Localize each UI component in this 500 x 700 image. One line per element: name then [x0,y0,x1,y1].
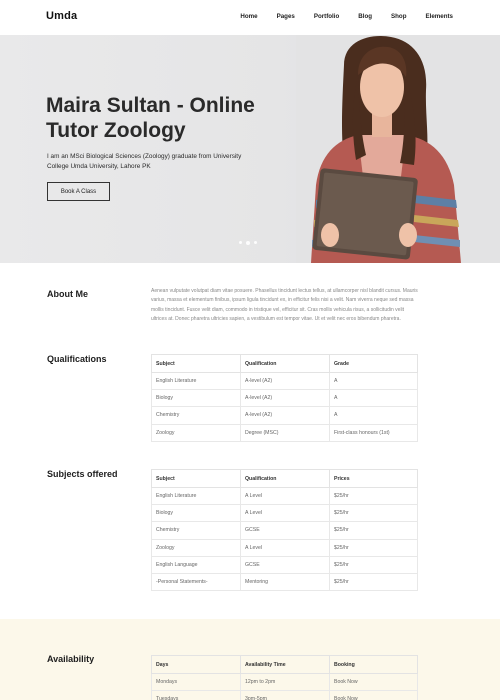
nav-shop[interactable]: Shop [391,13,406,20]
column-header: Qualification [240,469,330,488]
table-cell: -Personal Statements- [151,572,241,592]
availability-table: Days Availability Time Booking Mondays 1… [151,655,418,700]
about-title: About Me [47,289,88,299]
table-cell: Biology [151,504,241,523]
table-cell: A [329,389,418,408]
table-cell: A Level [240,504,330,523]
table-cell: A-level (A2) [240,406,330,425]
table-cell: Zoology [151,423,241,442]
table-cell: Mondays [151,672,241,692]
column-header: Days [151,655,241,674]
table-header-row: Days Availability Time Booking [151,655,418,674]
nav-pages[interactable]: Pages [277,13,295,20]
table-cell: A [329,406,418,425]
column-header: Grade [329,354,418,373]
subjects-offered-table: Subject Qualification Prices English Lit… [151,469,418,592]
table-cell: English Literature [151,371,241,391]
table-cell: $25/hr [329,521,418,540]
table-header-row: Subject Qualification Grade [151,354,418,373]
column-header: Subject [151,469,241,488]
table-cell: A [329,371,418,391]
table-cell: $25/hr [329,572,418,592]
table-row: English Language GCSE $25/hr [151,555,418,574]
nav-blog[interactable]: Blog [358,13,372,20]
table-row: -Personal Statements- Mentoring $25/hr [151,572,418,592]
hero-title: Maira Sultan - Online Tutor Zoology [46,94,255,142]
nav-portfolio[interactable]: Portfolio [314,13,339,20]
slider-dots [239,240,257,245]
table-cell: Chemistry [151,406,241,425]
qualifications-title: Qualifications [47,354,107,364]
book-now-link[interactable]: Book Now [329,690,418,700]
table-cell: GCSE [240,521,330,540]
table-cell: Zoology [151,538,241,557]
hero-description: I am an MSci Biological Sciences (Zoolog… [47,153,242,170]
column-header: Qualification [240,354,330,373]
table-row: English Literature A Level $25/hr [151,486,418,506]
table-row: Chemistry A-level (A2) A [151,406,418,425]
table-row: English Literature A-level (A2) A [151,371,418,391]
table-cell: English Literature [151,486,241,506]
table-row: Chemistry GCSE $25/hr [151,521,418,540]
column-header: Prices [329,469,418,488]
subjects-offered-title: Subjects offered [47,469,118,479]
slider-dot-3[interactable] [254,241,257,244]
column-header: Subject [151,354,241,373]
table-header-row: Subject Qualification Prices [151,469,418,488]
table-cell: 3pm-5pm [240,690,330,700]
table-cell: $25/hr [329,486,418,506]
table-cell: $25/hr [329,504,418,523]
nav-elements[interactable]: Elements [425,13,453,20]
table-cell: Degree (MSC) [240,423,330,442]
availability-title: Availability [47,654,95,664]
table-cell: First-class honours (1st) [329,423,418,442]
table-cell: A-level (A2) [240,371,330,391]
table-row: Biology A Level $25/hr [151,504,418,523]
table-cell: $25/hr [329,555,418,574]
tutor-photo [296,35,500,263]
top-navigation: Umda Home Pages Portfolio Blog Shop Elem… [0,0,500,35]
table-row: Zoology A Level $25/hr [151,538,418,557]
book-a-class-button[interactable]: Book A Class [47,182,110,201]
column-header: Availability Time [240,655,330,674]
table-row: Biology A-level (A2) A [151,389,418,408]
column-header: Booking [329,655,418,674]
book-now-link[interactable]: Book Now [329,672,418,692]
table-cell: A-level (A2) [240,389,330,408]
table-cell: Mentoring [240,572,330,592]
about-text: Aenean vulputate volutpat diam vitae pos… [151,288,418,322]
qualifications-table: Subject Qualification Grade English Lite… [151,354,418,442]
table-cell: Tuesdays [151,690,241,700]
table-row: Zoology Degree (MSC) First-class honours… [151,423,418,442]
slider-dot-1[interactable] [239,241,242,244]
site-logo[interactable]: Umda [46,10,77,22]
table-cell: A Level [240,486,330,506]
table-cell: A Level [240,538,330,557]
table-cell: Biology [151,389,241,408]
table-row: Tuesdays 3pm-5pm Book Now [151,690,418,700]
table-cell: English Language [151,555,241,574]
nav-home[interactable]: Home [240,13,257,20]
table-cell: Chemistry [151,521,241,540]
table-row: Mondays 12pm to 2pm Book Now [151,672,418,692]
table-cell: GCSE [240,555,330,574]
table-cell: $25/hr [329,538,418,557]
main-menu: Home Pages Portfolio Blog Shop Elements [221,13,453,20]
table-cell: 12pm to 2pm [240,672,330,692]
slider-dot-2[interactable] [246,240,250,245]
